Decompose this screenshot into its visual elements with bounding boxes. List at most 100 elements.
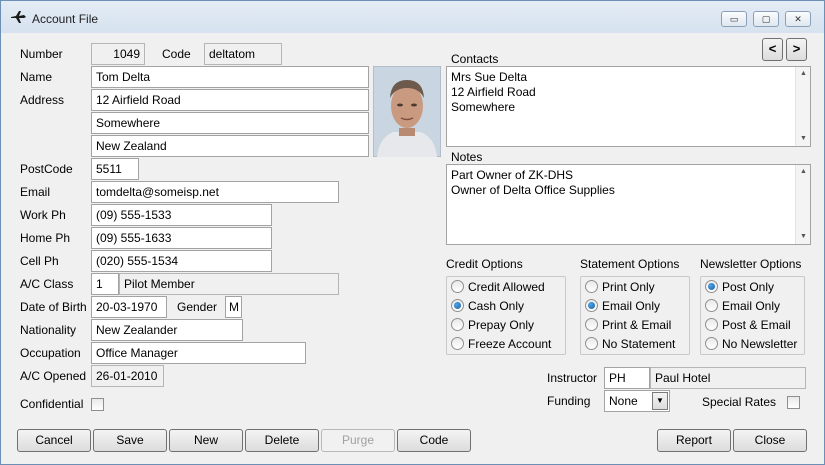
cell-phone-field[interactable]: (020) 555-1534: [91, 250, 272, 272]
plane-icon: [11, 11, 26, 23]
new-button[interactable]: New: [169, 429, 243, 452]
contacts-scrollbar[interactable]: ▲ ▼: [795, 67, 810, 146]
name-label: Name: [20, 70, 53, 84]
address-label: Address: [20, 93, 65, 107]
delete-button[interactable]: Delete: [245, 429, 319, 452]
account-file-window: Account File ▭ ▢ ✕ Number 1049 Code delt…: [0, 0, 825, 465]
credit-option-radio[interactable]: Freeze Account: [451, 336, 551, 354]
radio-icon: [585, 299, 598, 313]
newsletter-option-radio[interactable]: Email Only: [705, 298, 780, 316]
gender-field[interactable]: M: [225, 296, 242, 318]
newsletter-option-radio[interactable]: Post Only: [705, 279, 774, 297]
contacts-memo[interactable]: Mrs Sue Delta 12 Airfield Road Somewhere…: [446, 66, 811, 147]
name-field[interactable]: Tom Delta: [91, 66, 369, 88]
code-button[interactable]: Code: [397, 429, 471, 452]
number-field[interactable]: 1049: [91, 43, 145, 65]
credit-option-radio[interactable]: Cash Only: [451, 298, 524, 316]
newsletter-option-radio[interactable]: No Newsletter: [705, 336, 797, 354]
email-label: Email: [20, 185, 51, 199]
funding-label: Funding: [547, 394, 591, 408]
radio-label: Post Only: [722, 279, 775, 294]
scroll-up-icon[interactable]: ▲: [796, 165, 810, 179]
notes-line: Part Owner of ZK-DHS: [451, 168, 574, 182]
radio-icon: [705, 318, 718, 332]
close-button[interactable]: Close: [733, 429, 807, 452]
account-form: Number 1049 Code deltatom Name Tom Delta…: [4, 33, 821, 462]
radio-label: Post & Email: [722, 317, 791, 332]
scroll-up-icon[interactable]: ▲: [796, 67, 810, 81]
cell-phone-label: Cell Ph: [20, 254, 59, 268]
statement-options-label: Statement Options: [580, 257, 680, 271]
credit-option-radio[interactable]: Credit Allowed: [451, 279, 545, 297]
postcode-field[interactable]: 5511: [91, 158, 139, 180]
radio-label: Freeze Account: [468, 336, 552, 351]
radio-icon: [451, 280, 464, 294]
report-button[interactable]: Report: [657, 429, 731, 452]
radio-icon: [705, 299, 718, 313]
radio-label: Print & Email: [602, 317, 672, 332]
window-title: Account File: [32, 12, 99, 26]
radio-icon: [585, 318, 598, 332]
address-line3-field[interactable]: New Zealand: [91, 135, 369, 157]
radio-icon: [585, 280, 598, 294]
chevron-down-icon[interactable]: ▼: [652, 392, 668, 410]
dob-field[interactable]: 20-03-1970: [91, 296, 167, 318]
work-phone-label: Work Ph: [20, 208, 66, 222]
scroll-down-icon[interactable]: ▼: [796, 230, 810, 244]
credit-options-label: Credit Options: [446, 257, 523, 271]
address-line1-field[interactable]: 12 Airfield Road: [91, 89, 369, 111]
special-rates-checkbox[interactable]: [787, 396, 800, 409]
occupation-field[interactable]: Office Manager: [91, 342, 306, 364]
postcode-label: PostCode: [20, 162, 73, 176]
notes-label: Notes: [451, 150, 483, 164]
instructor-name-field: Paul Hotel: [650, 367, 806, 389]
purge-button: Purge: [321, 429, 395, 452]
home-phone-field[interactable]: (09) 555-1633: [91, 227, 272, 249]
contacts-line: 12 Airfield Road: [451, 85, 536, 99]
confidential-label: Confidential: [20, 397, 84, 411]
next-record-button[interactable]: >: [786, 38, 807, 61]
number-label: Number: [20, 47, 63, 61]
funding-select[interactable]: None ▼: [604, 390, 670, 412]
confidential-checkbox[interactable]: [91, 398, 104, 411]
contacts-label: Contacts: [451, 52, 499, 66]
nationality-field[interactable]: New Zealander: [91, 319, 243, 341]
title-bar[interactable]: Account File ▭ ▢ ✕: [1, 1, 824, 33]
address-line2-field[interactable]: Somewhere: [91, 112, 369, 134]
code-field[interactable]: deltatom: [204, 43, 282, 65]
radio-icon: [585, 337, 598, 351]
radio-icon: [705, 337, 718, 351]
notes-scrollbar[interactable]: ▲ ▼: [795, 165, 810, 244]
radio-label: No Statement: [602, 336, 676, 351]
instructor-label: Instructor: [547, 371, 598, 385]
statement-option-radio[interactable]: Email Only: [585, 298, 660, 316]
work-phone-field[interactable]: (09) 555-1533: [91, 204, 272, 226]
statement-option-radio[interactable]: Print Only: [585, 279, 655, 297]
notes-memo[interactable]: Part Owner of ZK-DHS Owner of Delta Offi…: [446, 164, 811, 245]
occupation-label: Occupation: [20, 346, 81, 360]
save-button[interactable]: Save: [93, 429, 167, 452]
statement-option-radio[interactable]: No Statement: [585, 336, 675, 354]
radio-label: Credit Allowed: [468, 279, 545, 294]
prev-record-button[interactable]: <: [762, 38, 783, 61]
notes-line: Owner of Delta Office Supplies: [451, 183, 615, 197]
radio-icon: [705, 280, 718, 294]
newsletter-option-radio[interactable]: Post & Email: [705, 317, 791, 335]
ac-opened-field[interactable]: 26-01-2010: [91, 365, 164, 387]
radio-label: No Newsletter: [722, 336, 798, 351]
close-window-button[interactable]: ✕: [785, 11, 811, 27]
radio-icon: [451, 299, 464, 313]
radio-icon: [451, 318, 464, 332]
minimize-button[interactable]: ▭: [721, 11, 747, 27]
statement-option-radio[interactable]: Print & Email: [585, 317, 671, 335]
restore-button[interactable]: ▢: [753, 11, 779, 27]
email-field[interactable]: tomdelta@someisp.net: [91, 181, 339, 203]
radio-label: Print Only: [602, 279, 655, 294]
credit-option-radio[interactable]: Prepay Only: [451, 317, 534, 335]
scroll-down-icon[interactable]: ▼: [796, 132, 810, 146]
cancel-button[interactable]: Cancel: [17, 429, 91, 452]
ac-class-code-field[interactable]: 1: [91, 273, 119, 295]
radio-label: Cash Only: [468, 298, 525, 313]
newsletter-options-label: Newsletter Options: [700, 257, 802, 271]
instructor-code-field[interactable]: PH: [604, 367, 650, 389]
